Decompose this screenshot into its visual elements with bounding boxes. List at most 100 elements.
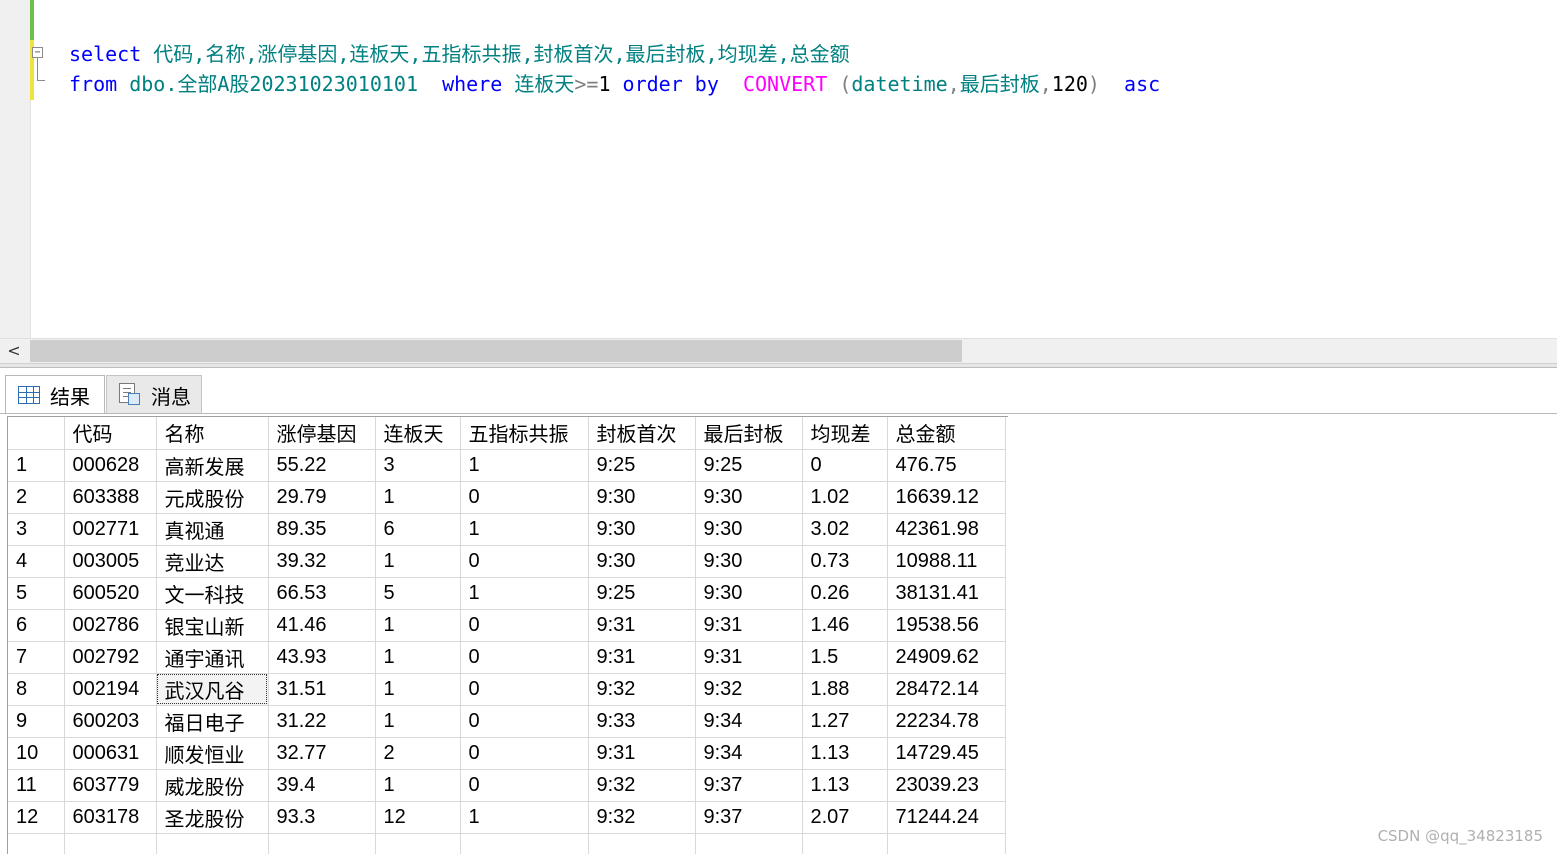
- table-cell[interactable]: 29.79: [268, 481, 376, 514]
- selected-cell[interactable]: 武汉凡谷: [156, 673, 269, 706]
- column-header[interactable]: 名称: [156, 417, 269, 450]
- table-cell[interactable]: 9:30: [695, 545, 803, 578]
- table-cell[interactable]: 0: [460, 545, 589, 578]
- table-cell[interactable]: 银宝山新: [156, 609, 269, 642]
- row-number-cell[interactable]: 9: [8, 705, 65, 738]
- table-cell[interactable]: 1.46: [802, 609, 888, 642]
- table-cell[interactable]: 600203: [64, 705, 157, 738]
- table-cell[interactable]: 1.02: [802, 481, 888, 514]
- row-number-cell[interactable]: 5: [8, 577, 65, 610]
- table-cell[interactable]: 9:25: [588, 577, 696, 610]
- table-row[interactable]: 12 603178 圣龙股份 93.3 12 1 9:32 9:37 2.07 71244.24: [8, 801, 1006, 834]
- table-cell[interactable]: 福日电子: [156, 705, 269, 738]
- table-cell[interactable]: 93.3: [268, 801, 376, 834]
- table-cell[interactable]: 2: [375, 737, 461, 770]
- table-cell[interactable]: 1.27: [802, 705, 888, 738]
- table-cell[interactable]: 元成股份: [156, 481, 269, 514]
- table-cell[interactable]: 3.02: [802, 513, 888, 546]
- table-cell[interactable]: 1: [375, 609, 461, 642]
- table-cell[interactable]: 9:31: [695, 641, 803, 674]
- table-cell[interactable]: 顺发恒业: [156, 737, 269, 770]
- table-cell[interactable]: 9:25: [588, 449, 696, 482]
- table-cell[interactable]: 9:37: [695, 769, 803, 802]
- table-cell[interactable]: 9:37: [695, 801, 803, 834]
- table-cell[interactable]: 9:25: [695, 449, 803, 482]
- table-cell[interactable]: 0: [802, 449, 888, 482]
- table-cell[interactable]: 0: [460, 609, 589, 642]
- table-cell[interactable]: 9:30: [695, 481, 803, 514]
- table-cell[interactable]: 竞业达: [156, 545, 269, 578]
- row-number-cell[interactable]: 3: [8, 513, 65, 546]
- table-cell[interactable]: 0: [460, 769, 589, 802]
- table-cell[interactable]: 通宇通讯: [156, 641, 269, 674]
- table-cell[interactable]: 9:32: [588, 801, 696, 834]
- table-cell[interactable]: 威龙股份: [156, 769, 269, 802]
- table-cell[interactable]: 1: [375, 769, 461, 802]
- column-header[interactable]: 封板首次: [588, 417, 696, 450]
- sql-line-2[interactable]: from dbo.全部A股20231023010101 where 连板天>=1…: [69, 69, 1160, 99]
- table-cell[interactable]: 文一科技: [156, 577, 269, 610]
- table-cell[interactable]: 1.13: [802, 769, 888, 802]
- table-cell[interactable]: 600520: [64, 577, 157, 610]
- tab-results[interactable]: 结果: [5, 375, 105, 414]
- table-cell[interactable]: 0.26: [802, 577, 888, 610]
- table-cell[interactable]: 55.22: [268, 449, 376, 482]
- table-cell[interactable]: 9:30: [695, 513, 803, 546]
- table-cell[interactable]: 22234.78: [887, 705, 1006, 738]
- column-header[interactable]: 五指标共振: [460, 417, 589, 450]
- table-cell[interactable]: 002786: [64, 609, 157, 642]
- table-cell[interactable]: 9:31: [588, 641, 696, 674]
- table-cell[interactable]: 14729.45: [887, 737, 1006, 770]
- table-cell[interactable]: 1.5: [802, 641, 888, 674]
- table-cell[interactable]: 28472.14: [887, 673, 1006, 706]
- table-row[interactable]: 2 603388 元成股份 29.79 1 0 9:30 9:30 1.02 16639.12: [8, 481, 1006, 514]
- table-cell[interactable]: 3: [375, 449, 461, 482]
- table-cell[interactable]: 16639.12: [887, 481, 1006, 514]
- column-header[interactable]: 连板天: [375, 417, 461, 450]
- table-cell[interactable]: 31.51: [268, 673, 376, 706]
- table-cell[interactable]: 19538.56: [887, 609, 1006, 642]
- table-cell[interactable]: 6: [375, 513, 461, 546]
- table-cell[interactable]: 1.13: [802, 737, 888, 770]
- row-number-cell[interactable]: 1: [8, 449, 65, 482]
- column-header[interactable]: 涨停基因: [268, 417, 376, 450]
- tab-messages[interactable]: 消息: [106, 375, 202, 414]
- table-cell[interactable]: 38131.41: [887, 577, 1006, 610]
- table-cell[interactable]: 9:30: [588, 481, 696, 514]
- table-cell[interactable]: 43.93: [268, 641, 376, 674]
- table-cell[interactable]: 9:31: [588, 737, 696, 770]
- table-cell[interactable]: 39.4: [268, 769, 376, 802]
- query-editor[interactable]: − select 代码,名称,涨停基因,连板天,五指标共振,封板首次,最后封板,…: [0, 0, 1557, 338]
- table-cell[interactable]: 89.35: [268, 513, 376, 546]
- table-cell[interactable]: 603779: [64, 769, 157, 802]
- table-cell[interactable]: 0: [460, 673, 589, 706]
- table-cell[interactable]: 41.46: [268, 609, 376, 642]
- row-number-cell[interactable]: 2: [8, 481, 65, 514]
- row-number-cell[interactable]: 7: [8, 641, 65, 674]
- table-row[interactable]: 4 003005 竞业达 39.32 1 0 9:30 9:30 0.73 10988.11: [8, 545, 1006, 578]
- table-cell[interactable]: 71244.24: [887, 801, 1006, 834]
- table-cell[interactable]: 0.73: [802, 545, 888, 578]
- table-cell[interactable]: 0: [460, 705, 589, 738]
- table-cell[interactable]: 9:34: [695, 705, 803, 738]
- column-header[interactable]: 总金额: [887, 417, 1006, 450]
- table-cell[interactable]: 003005: [64, 545, 157, 578]
- table-row[interactable]: 10 000631 顺发恒业 32.77 2 0 9:31 9:34 1.13 14729.45: [8, 737, 1006, 770]
- table-cell[interactable]: 002771: [64, 513, 157, 546]
- horizontal-scrollbar[interactable]: <: [0, 338, 1557, 364]
- column-header[interactable]: 均现差: [802, 417, 888, 450]
- column-header[interactable]: 代码: [64, 417, 157, 450]
- table-cell[interactable]: 1: [375, 481, 461, 514]
- table-cell[interactable]: 5: [375, 577, 461, 610]
- table-cell[interactable]: 1: [460, 577, 589, 610]
- table-cell[interactable]: 603178: [64, 801, 157, 834]
- table-cell[interactable]: 32.77: [268, 737, 376, 770]
- table-cell[interactable]: 002792: [64, 641, 157, 674]
- row-number-cell[interactable]: 12: [8, 801, 65, 834]
- table-cell[interactable]: 9:30: [588, 513, 696, 546]
- results-grid[interactable]: 代码 名称 涨停基因 连板天 五指标共振 封板首次 最后封板 均现差 总金额 1 000628 高新…: [7, 416, 1008, 854]
- table-cell[interactable]: 1: [460, 513, 589, 546]
- table-row[interactable]: 8 002194 武汉凡谷 31.51 1 0 9:32 9:32 1.88 28472.14: [8, 673, 1006, 706]
- row-number-cell[interactable]: 10: [8, 737, 65, 770]
- table-row[interactable]: 11 603779 威龙股份 39.4 1 0 9:32 9:37 1.13 23039.23: [8, 769, 1006, 802]
